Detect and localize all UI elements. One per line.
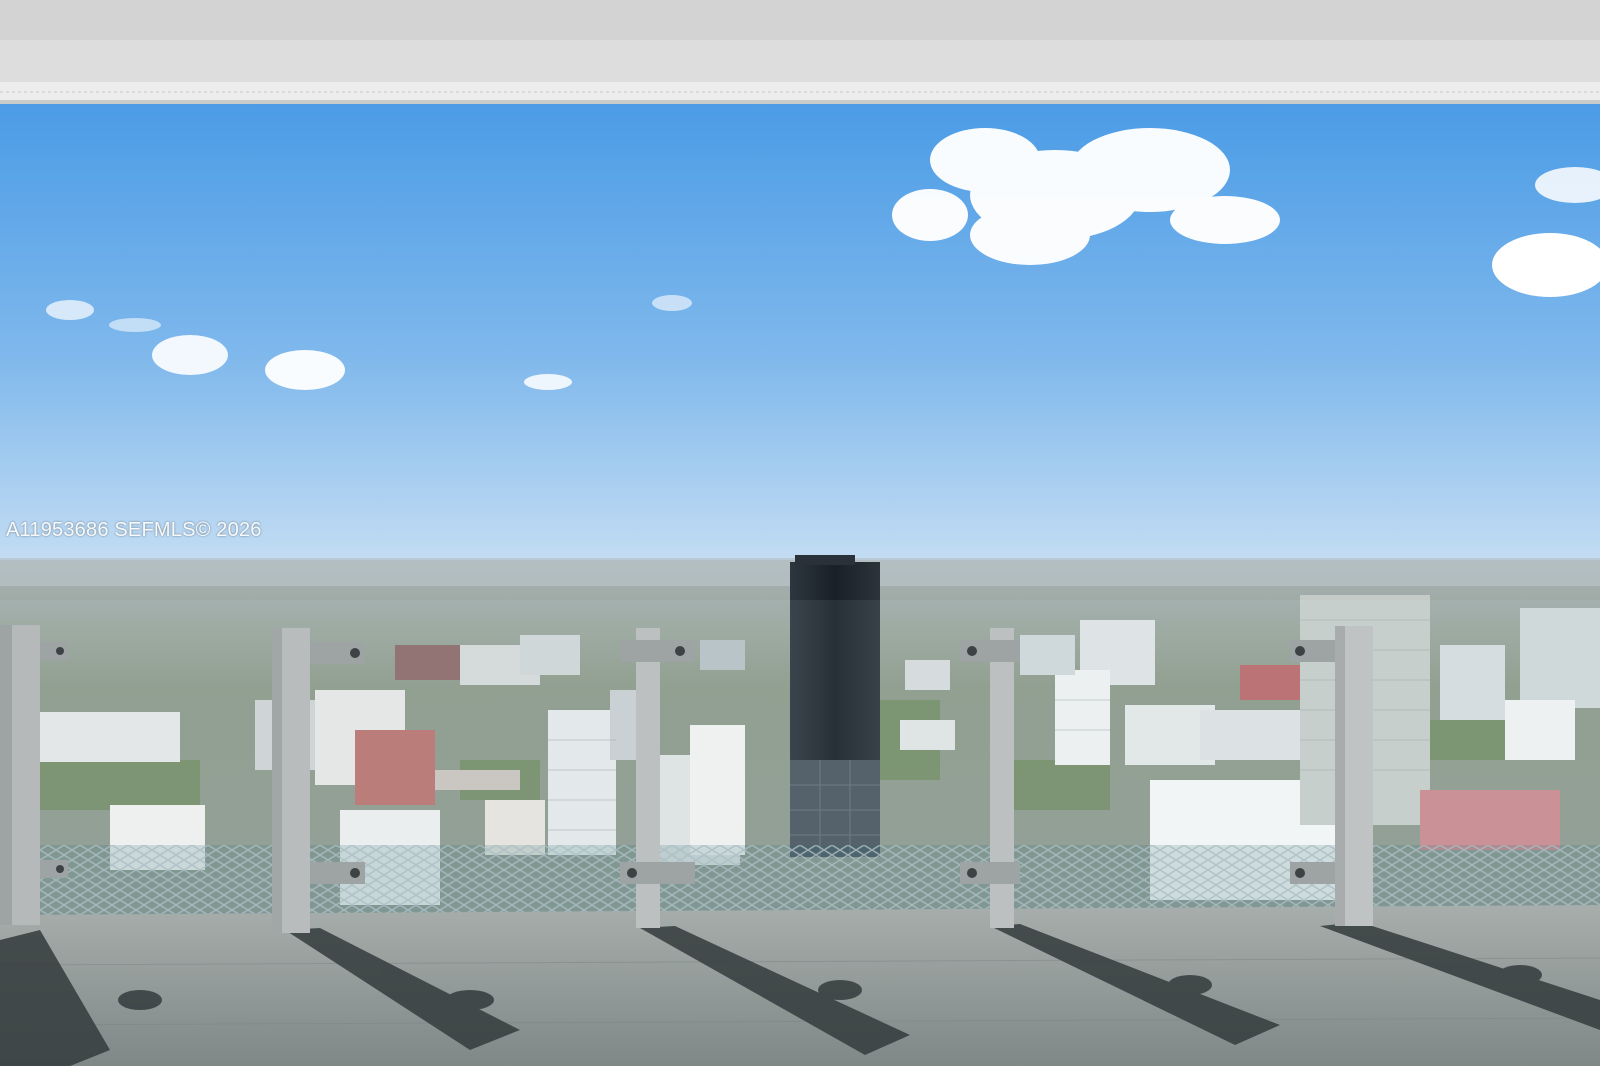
ceiling-overhang <box>0 0 1600 104</box>
mls-watermark: A11953686 SEFMLS© 2026 <box>6 519 262 541</box>
sky <box>0 100 1600 565</box>
balcony-city-view-photo: A11953686 SEFMLS© 2026 <box>0 0 1600 1066</box>
